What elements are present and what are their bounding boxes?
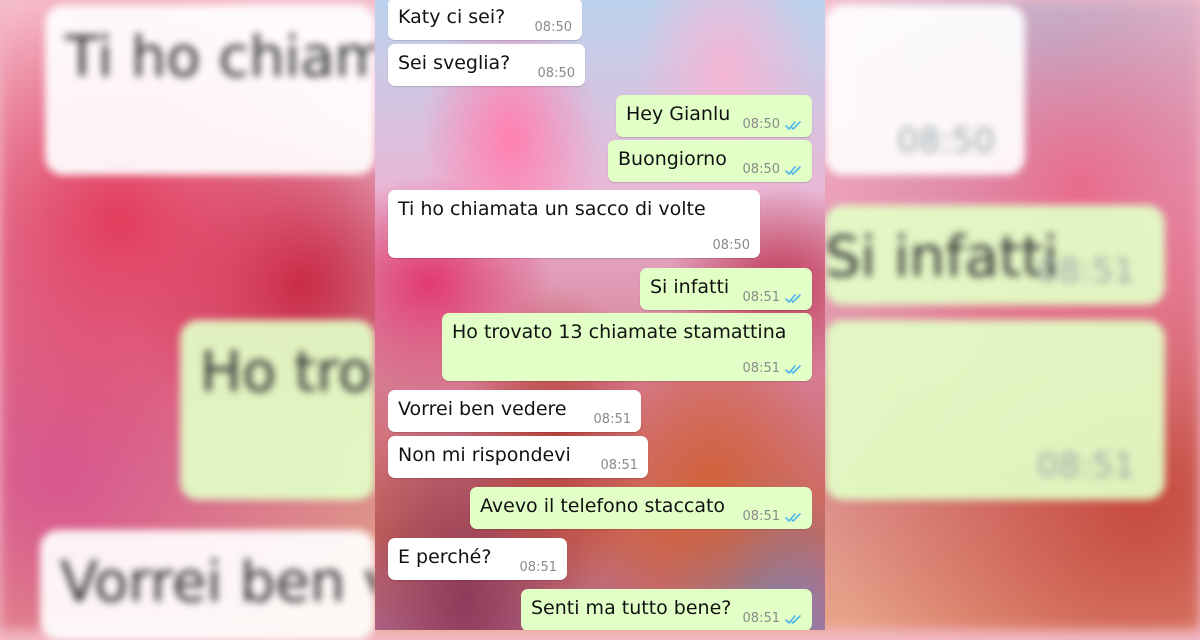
message-meta: 08:51 [520, 560, 557, 576]
message-text: Hey Gianlu [626, 103, 731, 125]
message-time: 08:50 [742, 162, 780, 177]
message-time: 08:50 [534, 20, 572, 35]
blurred-message-time: 08:51 [1037, 446, 1135, 486]
double-check-read-icon [785, 165, 801, 175]
message-outgoing[interactable]: Buongiorno 08:50 [608, 140, 812, 182]
message-meta: 08:50 [743, 162, 802, 178]
message-incoming[interactable]: Sei sveglia? 08:50 [388, 44, 585, 86]
blurred-message-time: 08:50 [897, 121, 995, 161]
double-check-read-icon [785, 512, 801, 522]
message-meta: 08:51 [594, 412, 631, 428]
message-meta: 08:51 [743, 509, 802, 525]
blurred-message-text: Si infatti [825, 225, 1059, 290]
blurred-message-text: Vorrei ben vedere [60, 550, 375, 615]
blurred-message-text: Ho trovato 13 chiamate stamattina [200, 340, 375, 405]
message-meta: 08:51 [601, 458, 638, 474]
message-text: Ti ho chiamata un sacco di volte [398, 198, 706, 220]
chat-panel: Katy ci sei? 08:50 Sei sveglia? 08:50 He… [375, 0, 825, 630]
message-time: 08:51 [600, 458, 638, 473]
blurred-message-left-1: Ti ho chiamata un sacco di volte [45, 5, 375, 175]
message-time: 08:51 [519, 560, 557, 575]
message-meta: 08:50 [535, 20, 572, 36]
double-check-read-icon [785, 120, 801, 130]
blurred-message-time: 08:51 [1037, 251, 1135, 291]
message-text: Avevo il telefono staccato [480, 495, 726, 517]
message-meta: 08:50 [713, 238, 750, 254]
message-time: 08:50 [742, 117, 780, 132]
double-check-read-icon [785, 364, 801, 374]
message-time: 08:51 [742, 361, 780, 376]
message-meta: 08:50 [743, 117, 802, 133]
message-time: 08:50 [537, 66, 575, 81]
double-check-read-icon [785, 293, 801, 303]
blurred-message-right-3: 08:51 [825, 320, 1165, 500]
message-incoming[interactable]: Vorrei ben vedere 08:51 [388, 390, 641, 432]
message-text: Sei sveglia? [398, 52, 511, 74]
blurred-message-right-2: Si infatti 08:51 [825, 205, 1165, 305]
message-outgoing[interactable]: Ho trovato 13 chiamate stamattina 08:51 [442, 313, 812, 381]
message-incoming[interactable]: Non mi rispondevi 08:51 [388, 436, 648, 478]
message-text: Vorrei ben vedere [398, 398, 567, 420]
message-meta: 08:51 [743, 290, 802, 306]
message-time: 08:51 [593, 412, 631, 427]
blurred-message-left-2: Ho trovato 13 chiamate stamattina [180, 320, 375, 500]
message-incoming[interactable]: Katy ci sei? 08:50 [388, 0, 582, 40]
message-time: 08:51 [742, 509, 780, 524]
message-text: E perché? [398, 546, 492, 568]
message-meta: 08:50 [538, 66, 575, 82]
message-time: 08:50 [712, 238, 750, 253]
message-meta: 08:51 [743, 611, 802, 627]
blurred-message-text: Ti ho chiamata un sacco di volte [65, 25, 375, 90]
message-outgoing[interactable]: Avevo il telefono staccato 08:51 [470, 487, 812, 529]
double-check-read-icon [785, 614, 801, 624]
message-meta: 08:51 [743, 361, 802, 377]
message-time: 08:51 [742, 611, 780, 626]
message-text: Ho trovato 13 chiamate stamattina [452, 321, 787, 343]
message-text: Si infatti [650, 276, 730, 298]
message-time: 08:51 [742, 290, 780, 305]
blurred-message-left-3: Vorrei ben vedere [40, 530, 375, 640]
message-outgoing[interactable]: Si infatti 08:51 [640, 268, 812, 310]
message-text: Katy ci sei? [398, 6, 506, 28]
message-text: Buongiorno [618, 148, 727, 170]
message-outgoing[interactable]: Senti ma tutto bene? 08:51 [521, 589, 812, 630]
message-incoming[interactable]: Ti ho chiamata un sacco di volte 08:50 [388, 190, 760, 258]
blurred-message-right-1: 08:50 [825, 5, 1025, 175]
message-outgoing[interactable]: Hey Gianlu 08:50 [616, 95, 812, 137]
message-incoming[interactable]: E perché? 08:51 [388, 538, 567, 580]
message-text: Senti ma tutto bene? [531, 597, 732, 619]
message-text: Non mi rispondevi [398, 444, 571, 466]
